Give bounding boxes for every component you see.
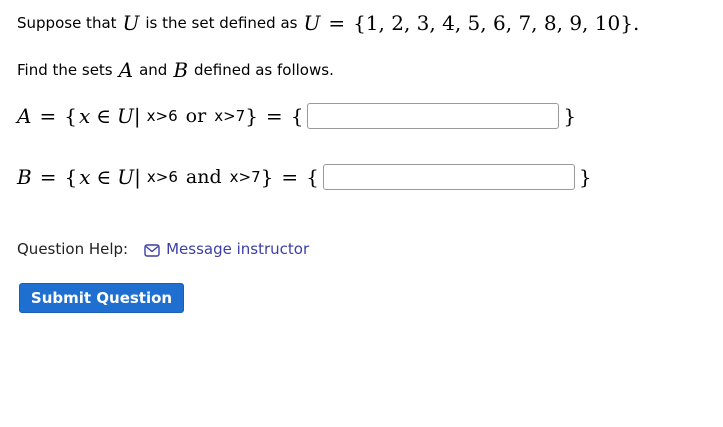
set-a-var-u: U bbox=[117, 104, 134, 128]
envelope-icon bbox=[144, 243, 160, 257]
instruction-prefix: Find the sets bbox=[17, 61, 113, 79]
set-b-open: { bbox=[64, 165, 78, 189]
problem-instruction: Find the sets A and B defined as follows… bbox=[17, 58, 334, 82]
set-b-var-u: U bbox=[117, 165, 135, 189]
instruction-var-b: B bbox=[173, 58, 189, 82]
intro-equals: = bbox=[328, 11, 346, 35]
instruction-and: and bbox=[139, 61, 168, 79]
set-a-eq2: = bbox=[265, 104, 283, 128]
submit-question-button[interactable]: Submit Question bbox=[19, 283, 184, 313]
set-b-row: B = { x ∈ U | x>6 and x>7 } = { } bbox=[17, 164, 592, 190]
instruction-var-a: A bbox=[118, 58, 134, 82]
set-b-connector: and bbox=[185, 166, 222, 188]
set-b-bar: | bbox=[134, 165, 141, 189]
set-a-row: A = { x ∈ U | x>6 or x>7 } = { } bbox=[17, 103, 576, 129]
set-b-open2: { bbox=[306, 165, 319, 189]
question-help-label: Question Help: bbox=[17, 240, 129, 258]
set-a-cond1: x>6 bbox=[146, 107, 178, 125]
intro-middle: is the set defined as bbox=[145, 14, 298, 32]
set-b-cond2: x>7 bbox=[229, 168, 261, 186]
set-b-eq2: = bbox=[281, 165, 299, 189]
question-help: Question Help: Message instructor bbox=[17, 240, 309, 258]
intro-set: {1, 2, 3, 4, 5, 6, 7, 8, 9, 10} bbox=[353, 11, 633, 35]
set-a-var-x: x bbox=[78, 104, 91, 128]
set-a-cond2: x>7 bbox=[214, 107, 246, 125]
set-a-bar: | bbox=[133, 104, 141, 128]
problem-intro: Suppose that U is the set defined as U =… bbox=[17, 11, 639, 35]
intro-var-u2: U bbox=[303, 11, 321, 35]
set-b-name: B bbox=[17, 165, 32, 189]
intro-prefix: Suppose that bbox=[17, 14, 117, 32]
set-b-answer-input[interactable] bbox=[322, 164, 575, 190]
set-a-close2: } bbox=[563, 104, 577, 128]
set-b-close: } bbox=[260, 165, 274, 189]
instruction-suffix: defined as follows. bbox=[194, 61, 334, 79]
set-b-eq: = bbox=[39, 165, 57, 189]
set-a-name: A bbox=[17, 104, 32, 128]
set-a-answer-input[interactable] bbox=[307, 103, 560, 129]
intro-var-u: U bbox=[122, 11, 140, 35]
set-b-close2: } bbox=[578, 165, 592, 189]
set-b-var-x: x bbox=[79, 165, 91, 189]
message-instructor-label: Message instructor bbox=[166, 240, 310, 258]
set-a-in: ∈ bbox=[96, 104, 112, 128]
intro-period: . bbox=[632, 11, 640, 35]
set-a-eq: = bbox=[39, 104, 57, 128]
set-a-connector: or bbox=[185, 105, 207, 127]
set-b-in: ∈ bbox=[96, 165, 112, 189]
set-b-cond1: x>6 bbox=[146, 168, 178, 186]
set-a-close: } bbox=[245, 104, 258, 128]
set-a-open: { bbox=[64, 104, 77, 128]
message-instructor-link[interactable]: Message instructor bbox=[144, 240, 309, 258]
set-a-open2: { bbox=[290, 104, 304, 128]
